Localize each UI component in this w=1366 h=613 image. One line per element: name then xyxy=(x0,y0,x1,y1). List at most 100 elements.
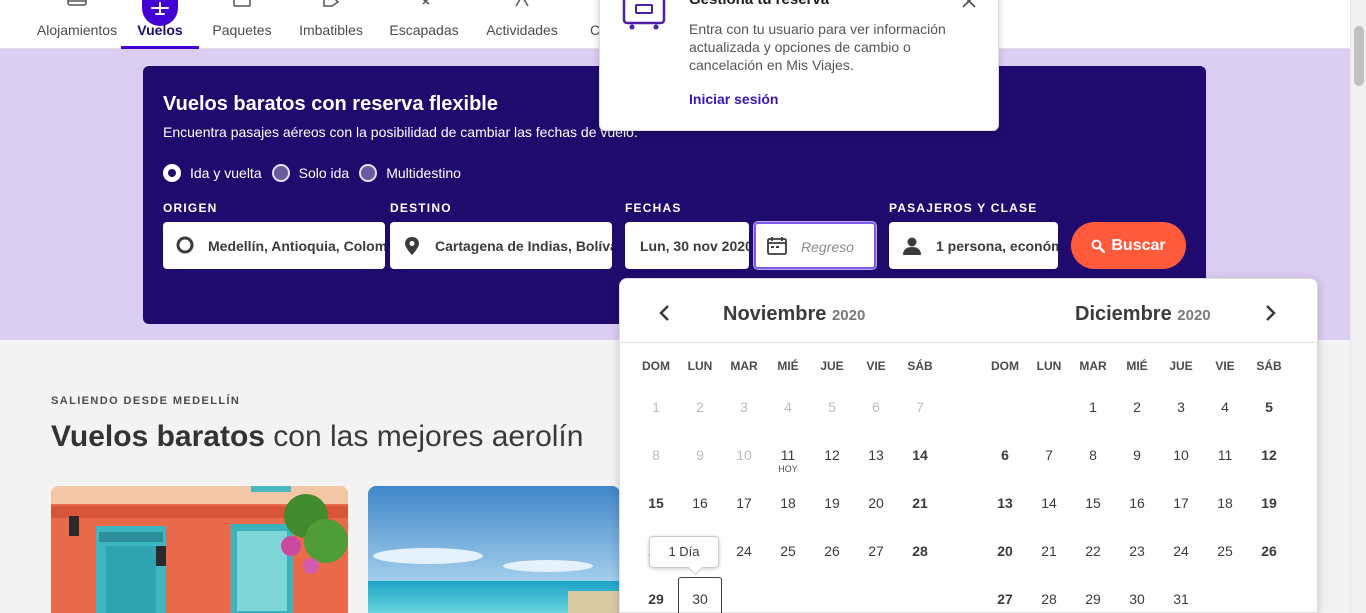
calendar-day[interactable]: 6 xyxy=(985,447,1025,463)
calendar-day[interactable]: 2 xyxy=(1117,399,1157,415)
login-link[interactable]: Iniciar sesión xyxy=(689,91,778,107)
calendar-day[interactable]: 13 xyxy=(856,447,896,463)
calendar-day[interactable]: 25 xyxy=(1205,543,1245,559)
calendar-day[interactable]: 3 xyxy=(1161,399,1201,415)
calendar-day: 3 xyxy=(740,399,748,415)
departure-date-input[interactable]: Lun, 30 nov 2020 xyxy=(625,222,749,269)
radio-label: Solo ida xyxy=(298,165,350,181)
calendar-day[interactable]: 9 xyxy=(1117,447,1157,463)
calendar-day[interactable]: 30 xyxy=(680,591,720,607)
nav-label: Escapadas xyxy=(389,22,459,38)
calendar-day[interactable]: 14 xyxy=(1029,495,1069,511)
calendar-day[interactable]: 12 xyxy=(1249,447,1289,463)
calendar-day[interactable]: 12 xyxy=(812,447,852,463)
search-subtitle: Encuentra pasajes aéreos con la posibili… xyxy=(163,124,638,140)
calendar-day[interactable]: 21 xyxy=(900,495,940,511)
radio-unselected[interactable] xyxy=(359,164,378,182)
destination-label: DESTINO xyxy=(390,201,452,215)
calendar-day[interactable]: 16 xyxy=(680,495,720,511)
destination-card-beach[interactable] xyxy=(368,486,620,613)
calendar-day[interactable]: 16 xyxy=(1117,495,1157,511)
scrollbar-thumb[interactable] xyxy=(1354,26,1364,86)
calendar-day[interactable]: 26 xyxy=(812,543,852,559)
calendar-day[interactable]: 17 xyxy=(1161,495,1201,511)
calendar-day[interactable]: 29 xyxy=(636,591,676,607)
calendar-day[interactable]: 17 xyxy=(724,495,764,511)
nav-item-alojamientos[interactable]: Alojamientos xyxy=(30,0,124,49)
calendar-day[interactable]: 4 xyxy=(1205,399,1245,415)
calendar-day[interactable]: 19 xyxy=(1249,495,1289,511)
calendar-day[interactable]: 30 xyxy=(1117,591,1157,607)
prev-month-icon[interactable] xyxy=(658,304,670,327)
calendar-day: 7 xyxy=(916,399,924,415)
destination-input[interactable]: Cartagena de Indias, Bolívar xyxy=(390,222,612,269)
next-month-icon[interactable] xyxy=(1265,304,1277,327)
calendar-day[interactable]: 24 xyxy=(724,543,764,559)
calendar-day[interactable]: 31 xyxy=(1161,591,1201,607)
calendar-day[interactable]: 28 xyxy=(1029,591,1069,607)
origin-label: ORIGEN xyxy=(163,201,218,215)
calendar-day[interactable]: 1 xyxy=(1073,399,1113,415)
destination-card-cartagena[interactable] xyxy=(51,486,348,613)
nav-item-paquetes[interactable]: Paquetes xyxy=(205,0,279,49)
calendar-day[interactable]: 20 xyxy=(856,495,896,511)
calendar-day[interactable]: 15 xyxy=(1073,495,1113,511)
calendar-day[interactable]: 27 xyxy=(985,591,1025,607)
calendar-day[interactable]: 29 xyxy=(1073,591,1113,607)
trip-type-oneway[interactable]: Solo ida xyxy=(271,164,350,182)
calendar-day[interactable]: 5 xyxy=(1249,399,1289,415)
dates-label: FECHAS xyxy=(625,201,682,215)
calendar-day[interactable]: 24 xyxy=(1161,543,1201,559)
origin-input[interactable]: Medellín, Antioquia, Colombia xyxy=(163,222,385,269)
nav-item-truncated[interactable]: C xyxy=(586,0,600,49)
calendar-day[interactable]: 20 xyxy=(985,543,1025,559)
weekday-header: LUN xyxy=(687,359,713,373)
radio-selected[interactable] xyxy=(163,164,181,182)
weekday-header: VIE xyxy=(866,359,886,373)
passengers-input[interactable]: 1 persona, económica xyxy=(889,222,1058,269)
search-button[interactable]: Buscar xyxy=(1071,222,1186,269)
nav-item-imbatibles[interactable]: Imbatibles xyxy=(292,0,370,49)
calendar-day: 1 xyxy=(652,399,660,415)
popup-title: Gestiona tu reserva xyxy=(689,0,829,8)
trip-type-round[interactable]: Ida y vuelta xyxy=(163,164,262,182)
page-scrollbar[interactable] xyxy=(1350,0,1366,613)
radio-unselected[interactable] xyxy=(271,164,290,182)
weekday-header: MIÉ xyxy=(777,359,799,373)
close-icon[interactable] xyxy=(961,0,977,14)
trip-type-selector: Ida y vuelta Solo ida Multidestino xyxy=(163,164,471,182)
calendar-day[interactable]: 27 xyxy=(856,543,896,559)
nav-item-vuelos[interactable]: Vuelos xyxy=(121,0,199,49)
calendar-day[interactable]: 8 xyxy=(1073,447,1113,463)
nav-label: Alojamientos xyxy=(36,22,118,38)
calendar-header: Noviembre 2020 Diciembre 2020 xyxy=(620,279,1317,343)
calendar-day[interactable]: 28 xyxy=(900,543,940,559)
return-date-input[interactable]: Regreso xyxy=(754,222,876,269)
calendar-day[interactable]: 11 xyxy=(768,447,808,463)
calendar-day[interactable]: 7 xyxy=(1029,447,1069,463)
calendar-day[interactable]: 26 xyxy=(1249,543,1289,559)
calendar-day[interactable]: 11 xyxy=(1205,447,1245,463)
year-label: 2020 xyxy=(1177,307,1211,324)
beach-image xyxy=(368,486,620,613)
search-icon xyxy=(1091,239,1106,253)
calendar-day[interactable]: 18 xyxy=(768,495,808,511)
nav-item-actividades[interactable]: Actividades xyxy=(478,0,566,49)
calendar-day[interactable]: 18 xyxy=(1205,495,1245,511)
nav-item-escapadas[interactable]: Escapadas xyxy=(385,0,463,49)
calendar-day[interactable]: 13 xyxy=(985,495,1025,511)
destination-value: Cartagena de Indias, Bolívar xyxy=(435,238,612,254)
calendar-day[interactable]: 21 xyxy=(1029,543,1069,559)
today-label: HOY xyxy=(778,464,798,474)
calendar-day[interactable]: 15 xyxy=(636,495,676,511)
trip-type-multi[interactable]: Multidestino xyxy=(359,164,461,182)
month-label: Noviembre xyxy=(723,303,827,325)
calendar-day[interactable]: 14 xyxy=(900,447,940,463)
tag-icon xyxy=(320,0,342,11)
calendar-day[interactable]: 22 xyxy=(1073,543,1113,559)
calendar-day[interactable]: 23 xyxy=(1117,543,1157,559)
calendar-day[interactable]: 19 xyxy=(812,495,852,511)
calendar-day: 2 xyxy=(696,399,704,415)
calendar-day[interactable]: 25 xyxy=(768,543,808,559)
calendar-day[interactable]: 10 xyxy=(1161,447,1201,463)
